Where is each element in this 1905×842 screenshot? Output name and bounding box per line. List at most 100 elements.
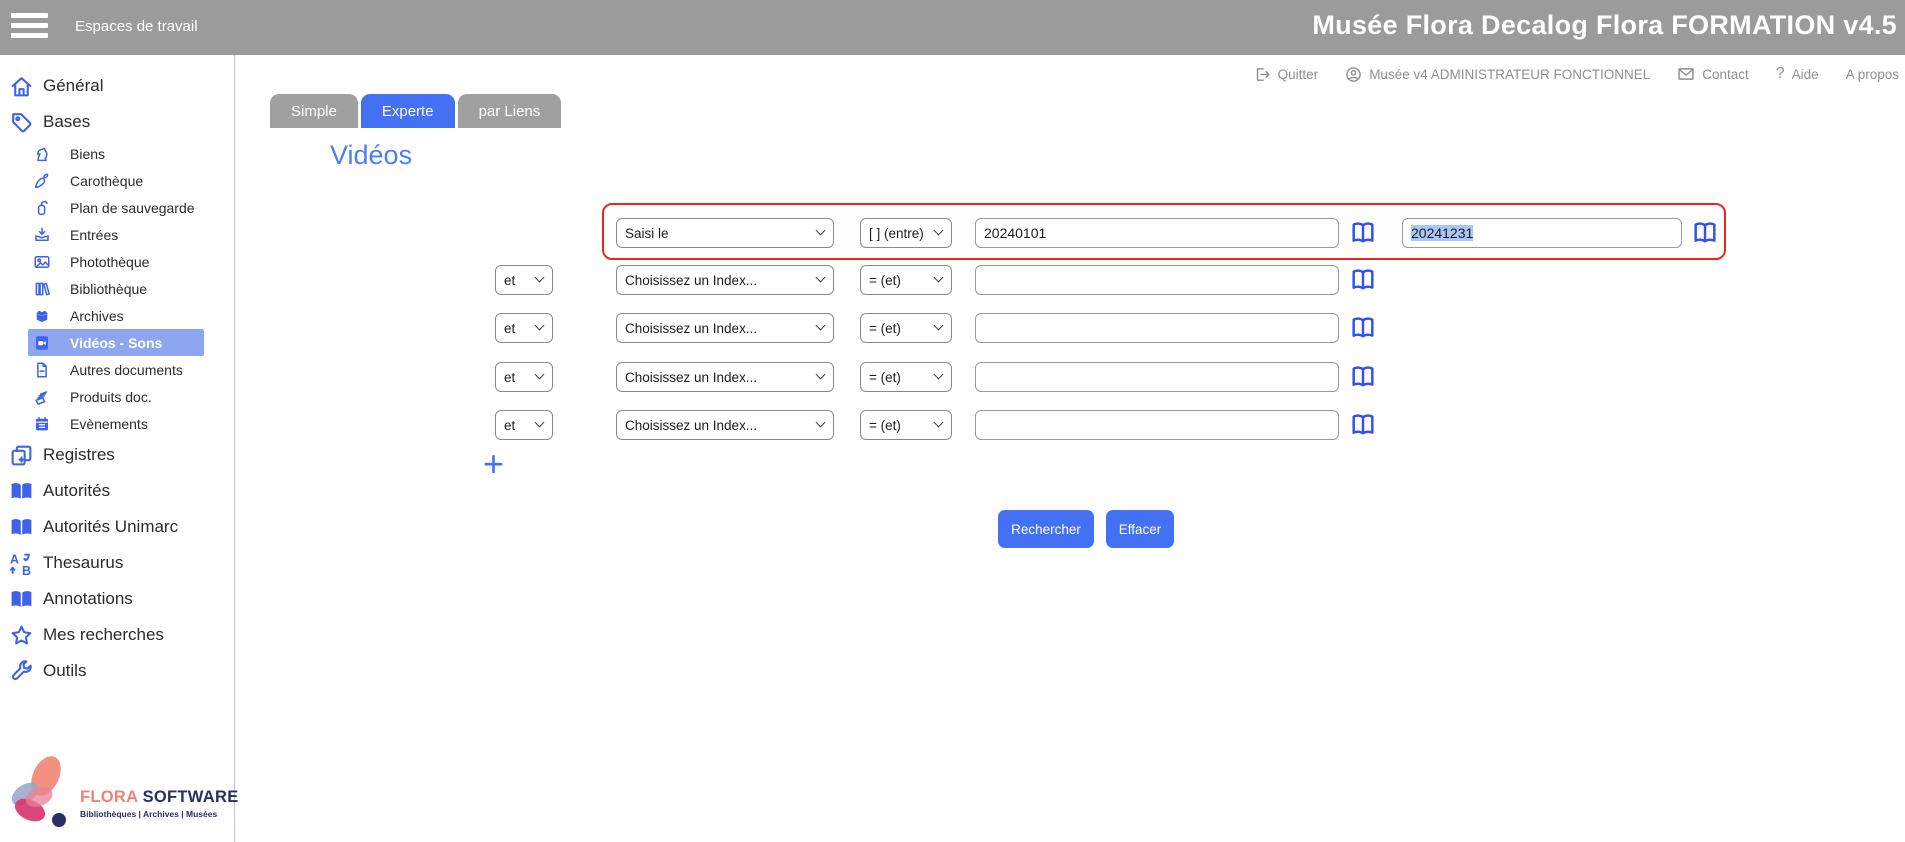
criteria-row: et Choisissez un Index... = (et) — [0, 362, 1905, 392]
boolean-select-wrap: et — [495, 265, 553, 295]
index-select-wrap: Choisissez un Index... — [616, 265, 834, 295]
contact-link[interactable]: Contact — [1677, 66, 1749, 82]
add-criteria-row-button[interactable]: + — [483, 447, 504, 481]
index-select-wrap: Choisissez un Index... — [616, 410, 834, 440]
sidebar-item-carotheque[interactable]: Carothèque — [28, 167, 204, 194]
index-lookup-book-icon[interactable] — [1349, 219, 1377, 247]
quit-link[interactable]: Quitter — [1254, 66, 1319, 83]
wrench-icon — [9, 659, 34, 684]
index-select-wrap: Choisissez un Index... — [616, 362, 834, 392]
index-lookup-book-icon[interactable] — [1349, 363, 1377, 391]
operator-select[interactable]: = (et) — [860, 313, 952, 343]
page-title: Vidéos — [330, 140, 412, 171]
flora-application-window: Espaces de travail Musée Flora Decalog F… — [0, 0, 1905, 842]
boolean-select-wrap: et — [495, 362, 553, 392]
sidebar-item-registres[interactable]: Registres — [6, 437, 228, 473]
index-select[interactable]: Choisissez un Index... — [616, 265, 834, 295]
form-action-buttons: Rechercher Effacer — [998, 510, 1174, 548]
sidebar-item-autorites-unimarc[interactable]: Autorités Unimarc — [6, 509, 228, 545]
operator-select[interactable]: = (et) — [860, 265, 952, 295]
clear-button[interactable]: Effacer — [1106, 510, 1174, 548]
tab-par-liens[interactable]: par Liens — [458, 94, 562, 128]
criteria-row-date: Saisi le [ ] (entre) 20241231 — [0, 218, 1905, 248]
envelope-icon — [1677, 66, 1695, 82]
sidebar-item-outils[interactable]: Outils — [6, 653, 228, 689]
index-lookup-book-icon[interactable] — [1691, 219, 1719, 247]
index-lookup-book-icon[interactable] — [1349, 266, 1377, 294]
boolean-select-wrap: et — [495, 410, 553, 440]
boolean-operator-select[interactable]: et — [495, 362, 553, 392]
sidebar-item-biens[interactable]: Biens — [28, 140, 204, 167]
boolean-select-wrap: et — [495, 313, 553, 343]
sidebar-item-plan-de-sauvegarde[interactable]: Plan de sauvegarde — [28, 194, 204, 221]
top-bar: Espaces de travail Musée Flora Decalog F… — [0, 0, 1905, 55]
workspace-link[interactable]: Espaces de travail — [75, 0, 198, 52]
logout-icon — [1254, 66, 1271, 83]
svg-text:A: A — [10, 552, 19, 566]
sidebar-item-bases[interactable]: Bases — [6, 104, 228, 140]
index-select-wrap: Saisi le — [616, 218, 834, 248]
tag-icon — [9, 110, 34, 135]
help-link[interactable]: ? Aide — [1776, 65, 1819, 83]
operator-select-wrap: [ ] (entre) — [860, 218, 952, 248]
operator-select[interactable]: [ ] (entre) — [860, 218, 952, 248]
boolean-operator-select[interactable]: et — [495, 410, 553, 440]
tab-simple[interactable]: Simple — [270, 94, 358, 128]
index-lookup-book-icon[interactable] — [1349, 314, 1377, 342]
criteria-value-input[interactable] — [975, 362, 1339, 392]
criteria-row: et Choisissez un Index... = (et) — [0, 265, 1905, 295]
sidebar-item-autorites[interactable]: Autorités — [6, 473, 228, 509]
operator-select-wrap: = (et) — [860, 410, 952, 440]
about-link[interactable]: A propos — [1846, 67, 1899, 82]
search-button[interactable]: Rechercher — [998, 510, 1094, 548]
question-mark-icon: ? — [1776, 65, 1785, 83]
sidebar-item-annotations[interactable]: Annotations — [6, 581, 228, 617]
index-select[interactable]: Choisissez un Index... — [616, 313, 834, 343]
fire-extinguisher-icon — [33, 199, 51, 217]
operator-select[interactable]: = (et) — [860, 410, 952, 440]
operator-select-wrap: = (et) — [860, 362, 952, 392]
user-account-link[interactable]: Musée v4 ADMINISTRATEUR FONCTIONNEL — [1345, 66, 1650, 83]
criteria-row: et Choisissez un Index... = (et) — [0, 313, 1905, 343]
chess-knight-icon — [33, 145, 51, 163]
header-links-bar: Quitter Musée v4 ADMINISTRATEUR FONCTION… — [1254, 55, 1899, 93]
criteria-value-input[interactable] — [975, 410, 1339, 440]
user-icon — [1345, 66, 1362, 83]
hamburger-menu-icon[interactable] — [11, 13, 48, 38]
sidebar-navigation: Général Bases Biens Carothèque Plan de s… — [0, 55, 235, 842]
open-book-icon — [9, 587, 34, 612]
date-to-input[interactable]: 20241231 — [1402, 218, 1682, 248]
home-icon — [9, 74, 34, 99]
flora-petals-logo-mark — [8, 754, 72, 834]
logo-tagline: Bibliothèques | Archives | Musées — [80, 809, 217, 819]
open-book-icon — [9, 479, 34, 504]
operator-select[interactable]: = (et) — [860, 362, 952, 392]
carrot-icon — [33, 172, 51, 190]
tab-experte[interactable]: Experte — [361, 94, 455, 128]
sidebar-item-thesaurus[interactable]: AB Thesaurus — [6, 545, 228, 581]
index-select[interactable]: Saisi le — [616, 218, 834, 248]
translate-icon: AB — [9, 551, 34, 576]
registers-icon — [9, 443, 34, 468]
flora-software-wordmark: FLORA SOFTWARE — [80, 788, 239, 807]
index-select[interactable]: Choisissez un Index... — [616, 362, 834, 392]
sidebar-item-mes-recherches[interactable]: Mes recherches — [6, 617, 228, 653]
app-title: Musée Flora Decalog Flora FORMATION v4.5 — [1312, 0, 1897, 50]
svg-text:B: B — [22, 563, 31, 575]
criteria-value-input[interactable] — [975, 265, 1339, 295]
index-lookup-book-icon[interactable] — [1349, 411, 1377, 439]
search-mode-tabs: Simple Experte par Liens — [270, 94, 561, 128]
operator-select-wrap: = (et) — [860, 313, 952, 343]
sidebar-item-general[interactable]: Général — [6, 68, 228, 104]
boolean-operator-select[interactable]: et — [495, 313, 553, 343]
flora-software-logo: FLORA SOFTWARE Bibliothèques | Archives … — [0, 750, 235, 842]
boolean-operator-select[interactable]: et — [495, 265, 553, 295]
selected-text: 20241231 — [1411, 225, 1473, 241]
index-select[interactable]: Choisissez un Index... — [616, 410, 834, 440]
criteria-value-input[interactable] — [975, 313, 1339, 343]
criteria-row: et Choisissez un Index... = (et) — [0, 410, 1905, 440]
index-select-wrap: Choisissez un Index... — [616, 313, 834, 343]
star-icon — [9, 623, 34, 648]
date-from-input[interactable] — [975, 218, 1339, 248]
open-book-icon — [9, 515, 34, 540]
